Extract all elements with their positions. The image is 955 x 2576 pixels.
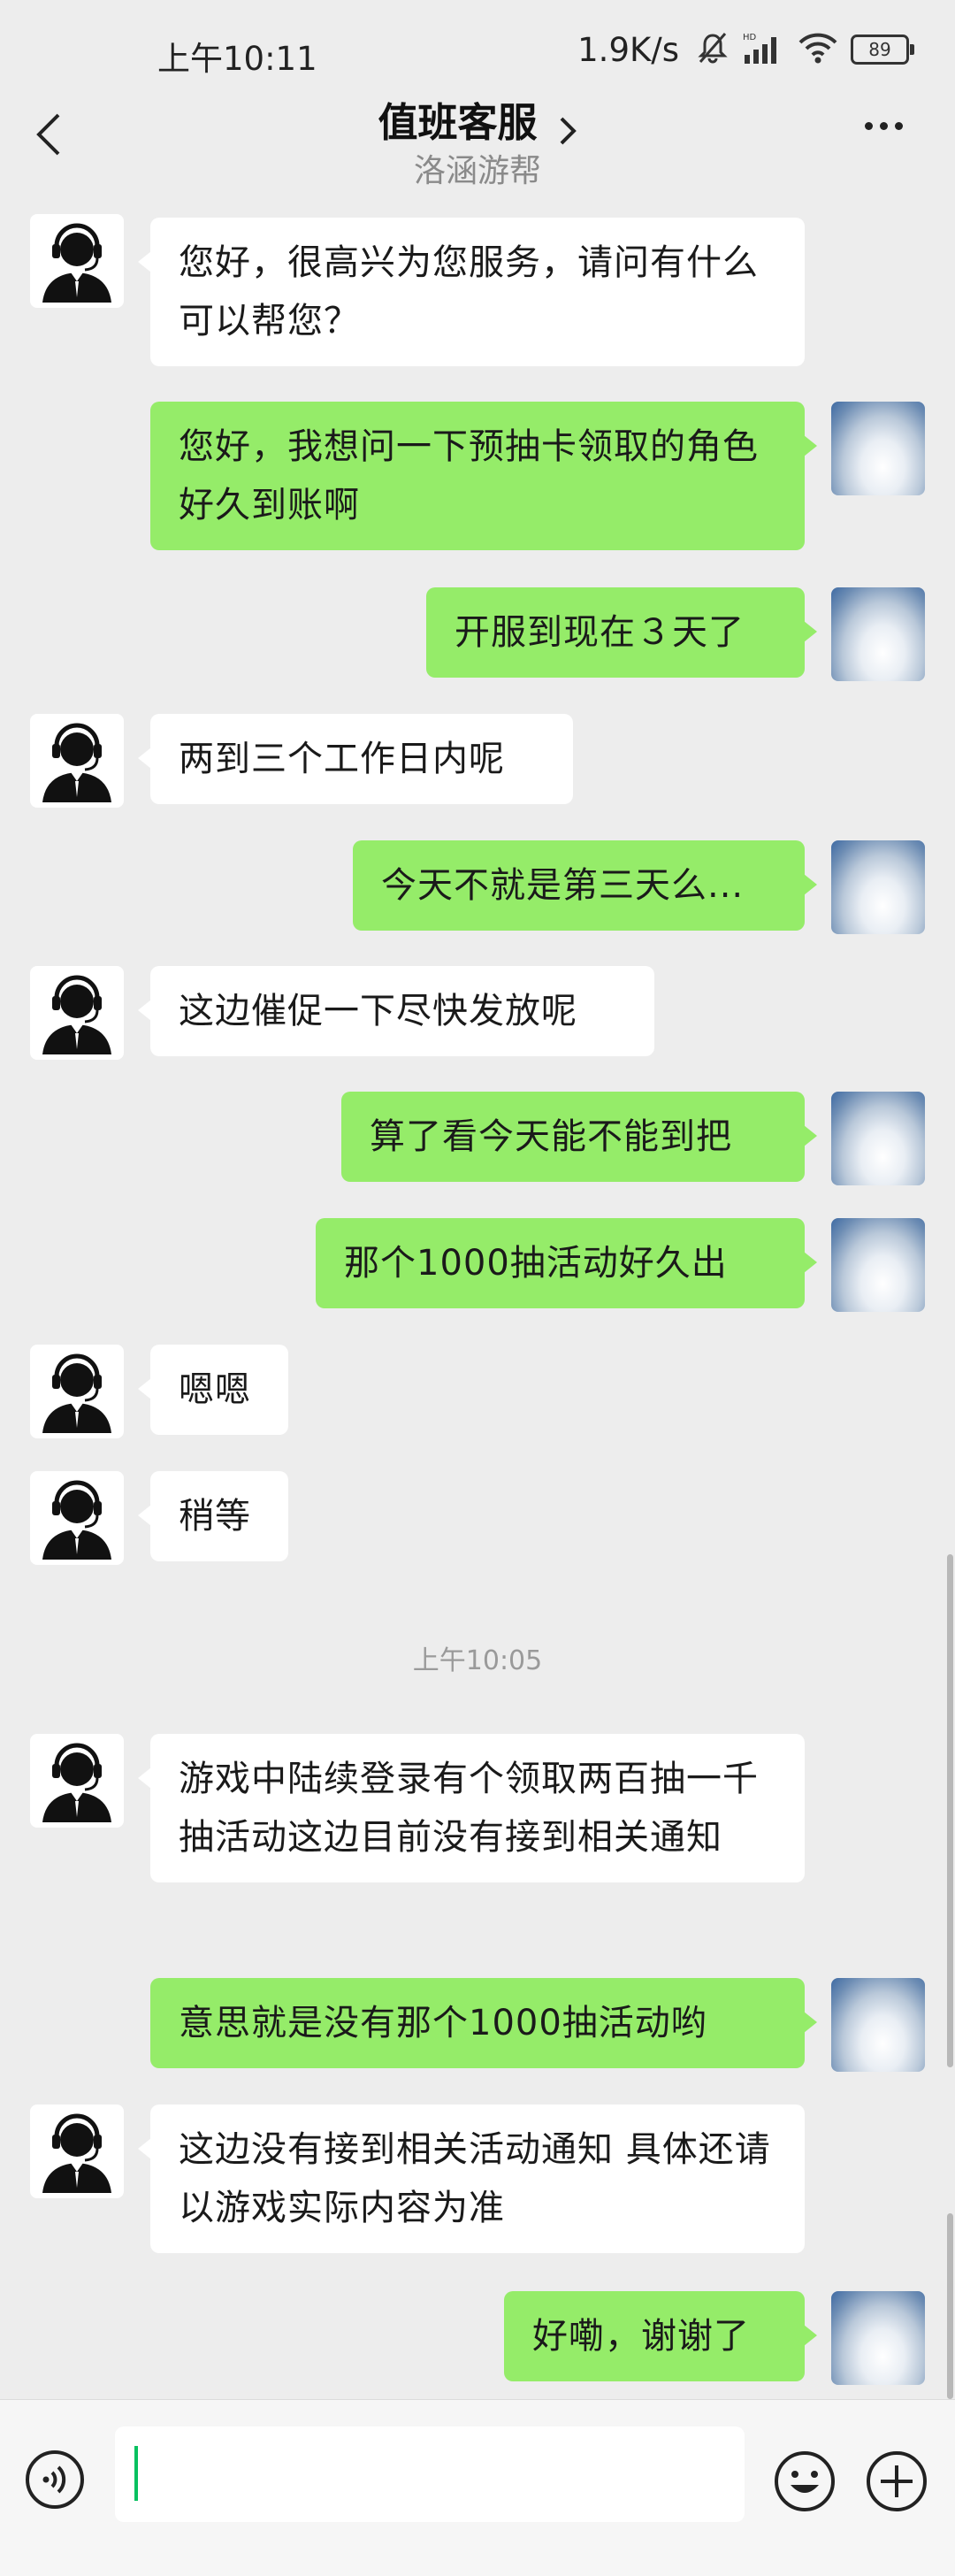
more-button[interactable] bbox=[865, 117, 911, 134]
user-avatar[interactable] bbox=[831, 840, 925, 934]
agent-avatar[interactable] bbox=[30, 2104, 124, 2198]
incoming-bubble[interactable]: 两到三个工作日内呢 bbox=[138, 714, 573, 804]
chat-header: 值班客服 洛涵游帮 bbox=[0, 81, 955, 196]
hd-signal-icon: HD bbox=[743, 30, 785, 69]
input-bar bbox=[0, 2399, 955, 2576]
agent-avatar-icon bbox=[42, 975, 111, 1054]
incoming-bubble[interactable]: 游戏中陆续登录有个领取两百抽一千抽活动这边目前没有接到相关通知 bbox=[138, 1734, 805, 1882]
agent-avatar-icon bbox=[42, 1480, 111, 1560]
status-time: 上午10:11 bbox=[157, 40, 317, 78]
more-icon bbox=[865, 122, 873, 130]
mute-icon bbox=[695, 30, 730, 69]
user-avatar[interactable] bbox=[831, 402, 925, 495]
user-avatar[interactable] bbox=[831, 1092, 925, 1185]
outgoing-bubble[interactable]: 那个1000抽活动好久出 bbox=[316, 1218, 817, 1308]
agent-avatar[interactable] bbox=[30, 714, 124, 808]
agent-avatar-icon bbox=[42, 2113, 111, 2193]
text-caret bbox=[134, 2446, 138, 2501]
agent-avatar-icon bbox=[42, 223, 111, 303]
incoming-bubble[interactable]: 这边催促一下尽快发放呢 bbox=[138, 966, 654, 1056]
wifi-icon bbox=[798, 31, 838, 68]
agent-avatar[interactable] bbox=[30, 1734, 124, 1828]
outgoing-bubble[interactable]: 意思就是没有那个1000抽活动哟 bbox=[150, 1978, 817, 2068]
chat-title-area[interactable]: 值班客服 bbox=[0, 90, 955, 150]
user-avatar[interactable] bbox=[831, 2291, 925, 2385]
outgoing-bubble[interactable]: 好嘞，谢谢了 bbox=[504, 2291, 817, 2381]
user-avatar[interactable] bbox=[831, 1218, 925, 1312]
voice-icon bbox=[26, 2450, 84, 2509]
scrollbar[interactable] bbox=[947, 1554, 953, 2067]
user-avatar[interactable] bbox=[831, 1978, 925, 2072]
emoji-button[interactable] bbox=[773, 2450, 837, 2513]
agent-avatar[interactable] bbox=[30, 214, 124, 308]
chat-title: 值班客服 bbox=[378, 99, 538, 146]
agent-avatar[interactable] bbox=[30, 1471, 124, 1565]
network-speed: 1.9K/s bbox=[577, 30, 679, 69]
scrollbar-thumb[interactable] bbox=[947, 2213, 953, 2399]
svg-text:HD: HD bbox=[743, 33, 757, 42]
emoji-icon bbox=[775, 2451, 835, 2511]
agent-avatar-icon bbox=[42, 1743, 111, 1822]
plus-button[interactable] bbox=[865, 2450, 928, 2513]
incoming-bubble[interactable]: 这边没有接到相关活动通知 具体还请以游戏实际内容为准 bbox=[138, 2104, 805, 2253]
agent-avatar-icon bbox=[42, 1353, 111, 1433]
status-icons: 1.9K/s HD 89 bbox=[577, 30, 914, 69]
chat-messages[interactable]: 您好，很高兴为您服务，请问有什么可以帮您？ 您好，我想问一下预抽卡领取的角色好久… bbox=[0, 196, 955, 2399]
agent-avatar-icon bbox=[42, 723, 111, 802]
outgoing-bubble[interactable]: 今天不就是第三天么... bbox=[353, 840, 817, 931]
message-input[interactable] bbox=[115, 2426, 745, 2522]
outgoing-bubble[interactable]: 开服到现在３天了 bbox=[426, 587, 817, 678]
chat-subtitle: 洛涵游帮 bbox=[413, 153, 541, 189]
plus-icon bbox=[867, 2451, 927, 2511]
incoming-bubble[interactable]: 您好，很高兴为您服务，请问有什么可以帮您？ bbox=[138, 218, 805, 366]
user-avatar[interactable] bbox=[831, 587, 925, 681]
agent-avatar[interactable] bbox=[30, 966, 124, 1060]
outgoing-bubble[interactable]: 您好，我想问一下预抽卡领取的角色好久到账啊 bbox=[150, 402, 817, 550]
agent-avatar[interactable] bbox=[30, 1345, 124, 1438]
voice-button[interactable] bbox=[25, 2450, 85, 2510]
incoming-bubble[interactable]: 嗯嗯 bbox=[138, 1345, 288, 1435]
battery-icon: 89 bbox=[851, 34, 914, 65]
outgoing-bubble[interactable]: 算了看今天能不能到把 bbox=[341, 1092, 817, 1182]
message-timestamp: 上午10:05 bbox=[412, 1645, 543, 1676]
incoming-bubble[interactable]: 稍等 bbox=[138, 1471, 288, 1561]
